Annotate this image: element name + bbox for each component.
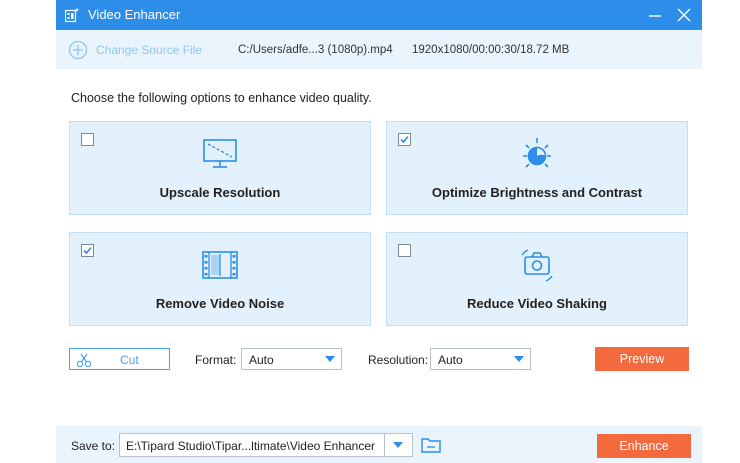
format-select[interactable]: Auto — [241, 348, 342, 370]
cut-label: Cut — [120, 353, 139, 367]
folder-icon[interactable] — [421, 436, 441, 453]
source-file-meta: 1920x1080/00:00:30/18.72 MB — [412, 44, 570, 56]
option-remove-noise[interactable]: Remove Video Noise — [69, 232, 371, 326]
resolution-label: Resolution: — [368, 353, 429, 367]
option-checkbox-upscale[interactable] — [81, 133, 94, 146]
option-label-upscale: Upscale Resolution — [159, 185, 281, 200]
option-checkbox-shaking[interactable] — [398, 244, 411, 257]
resolution-value: Auto — [438, 353, 463, 367]
chevron-down-icon — [325, 356, 335, 362]
video-enhancer-window: Video Enhancer Change Source File C:/Use… — [56, 0, 702, 463]
checkmark-icon — [400, 135, 409, 144]
enhance-button[interactable]: Enhance — [597, 434, 691, 458]
chevron-down-icon — [514, 356, 524, 362]
format-label: Format: — [195, 353, 237, 367]
options-prompt: Choose the following options to enhance … — [71, 91, 372, 105]
format-value: Auto — [249, 353, 274, 367]
minimize-button[interactable] — [644, 4, 666, 26]
camera-stabilize-icon — [521, 249, 553, 282]
resolution-select[interactable]: Auto — [430, 348, 531, 370]
preview-button[interactable]: Preview — [595, 347, 689, 371]
monitor-upscale-icon — [203, 139, 237, 168]
change-source-file-label: Change Source File — [96, 43, 203, 57]
close-icon — [677, 8, 691, 22]
source-file-bar: Change Source File C:/Users/adfe...3 (10… — [56, 30, 702, 69]
option-label-brightness: Optimize Brightness and Contrast — [431, 185, 643, 200]
option-checkbox-brightness[interactable] — [398, 133, 411, 146]
cut-button[interactable]: Cut — [69, 348, 170, 370]
change-source-file-button[interactable]: Change Source File — [68, 39, 202, 61]
option-label-noise: Remove Video Noise — [155, 296, 285, 311]
plus-circle-icon — [68, 40, 88, 60]
save-bar: Save to: E:\Tipard Studio\Tipar...ltimat… — [56, 426, 702, 463]
save-to-label: Save to: — [71, 439, 116, 453]
scissors-icon — [76, 353, 92, 368]
option-label-shaking: Reduce Video Shaking — [467, 296, 607, 311]
chevron-down-icon — [393, 442, 403, 448]
save-path-dropdown-button[interactable] — [384, 434, 412, 456]
checkmark-icon — [83, 246, 92, 255]
option-checkbox-noise[interactable] — [81, 244, 94, 257]
option-optimize-brightness[interactable]: Optimize Brightness and Contrast — [386, 121, 688, 215]
brightness-icon — [523, 138, 551, 168]
source-file-path: C:/Users/adfe...3 (1080p).mp4 — [238, 44, 393, 56]
option-reduce-shaking[interactable]: Reduce Video Shaking — [386, 232, 688, 326]
close-button[interactable] — [673, 4, 695, 26]
save-path-value: E:\Tipard Studio\Tipar...ltimate\Video E… — [126, 439, 376, 453]
title-bar: Video Enhancer — [56, 0, 702, 30]
save-path-combo[interactable]: E:\Tipard Studio\Tipar...ltimate\Video E… — [119, 433, 413, 457]
video-enhancer-app-icon — [65, 7, 80, 23]
minimize-icon — [649, 15, 661, 17]
option-upscale-resolution[interactable]: Upscale Resolution — [69, 121, 371, 215]
window-title: Video Enhancer — [88, 7, 181, 22]
film-noise-icon — [202, 251, 238, 279]
